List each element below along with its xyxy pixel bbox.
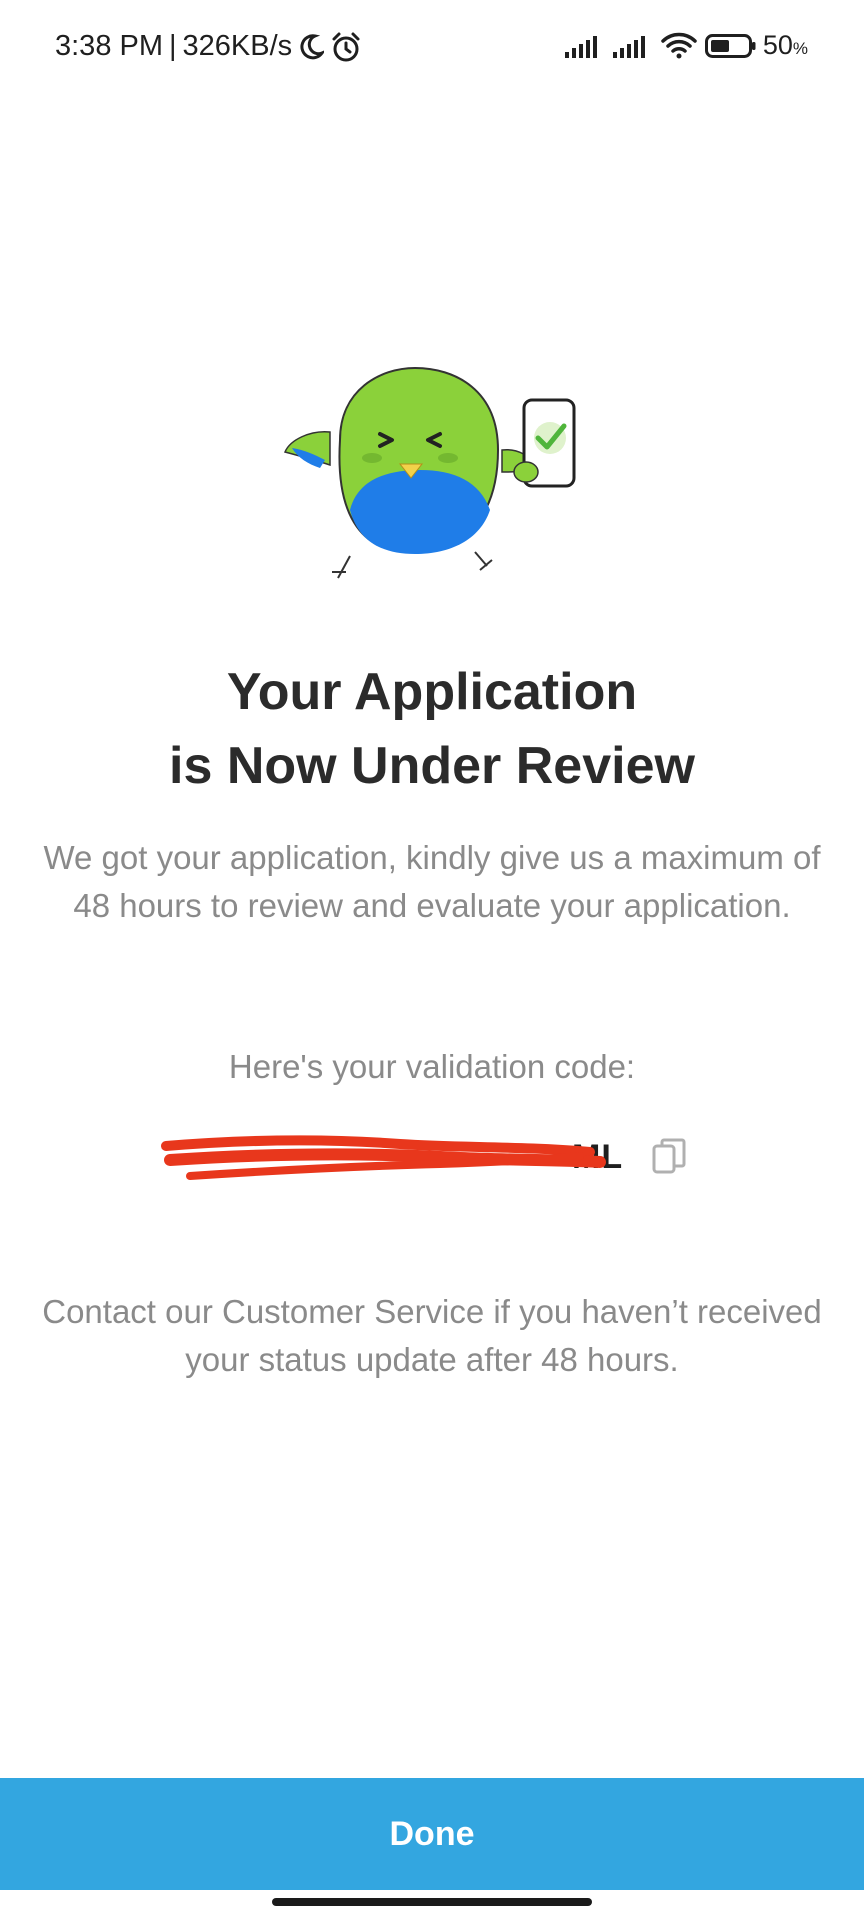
copy-icon[interactable] [652, 1138, 686, 1176]
application-review-screen: 3:38 PM | 326KB/s 50% Your Application i… [0, 0, 864, 1920]
alarm-icon [330, 31, 362, 63]
status-network-speed: 326KB/s [182, 30, 293, 62]
battery-number: 50 [762, 30, 793, 60]
battery-icon [704, 33, 757, 59]
signal-icon [564, 34, 605, 58]
review-description: We got your application, kindly give us … [43, 839, 821, 924]
status-right: 50% [557, 30, 808, 61]
customer-service-note: Contact our Customer Service if you have… [42, 1293, 822, 1378]
done-button[interactable]: Done [0, 1778, 864, 1890]
title-line-2: is Now Under Review [169, 737, 695, 795]
status-separator: | [169, 30, 177, 62]
moon-icon [298, 33, 325, 61]
battery-unit: % [792, 39, 808, 58]
status-bar: 3:38 PM | 326KB/s 50% [0, 0, 864, 96]
redaction-scribble [161, 1135, 606, 1180]
title-line-1: Your Application [226, 663, 638, 721]
validation-code-label: Here's your validation code: [228, 1048, 636, 1085]
status-time: 3:38 PM [55, 30, 163, 62]
home-indicator[interactable] [272, 1898, 592, 1906]
battery-percentage: 50% [763, 30, 808, 61]
wifi-icon [661, 32, 697, 60]
validation-code-row: ​ML [0, 1130, 864, 1190]
bird-mascot-with-phone-check-icon [280, 360, 600, 580]
signal-icon [612, 34, 653, 58]
status-left: 3:38 PM | 326KB/s [55, 30, 362, 63]
page-title: Your Application is Now Under Review [0, 655, 864, 803]
